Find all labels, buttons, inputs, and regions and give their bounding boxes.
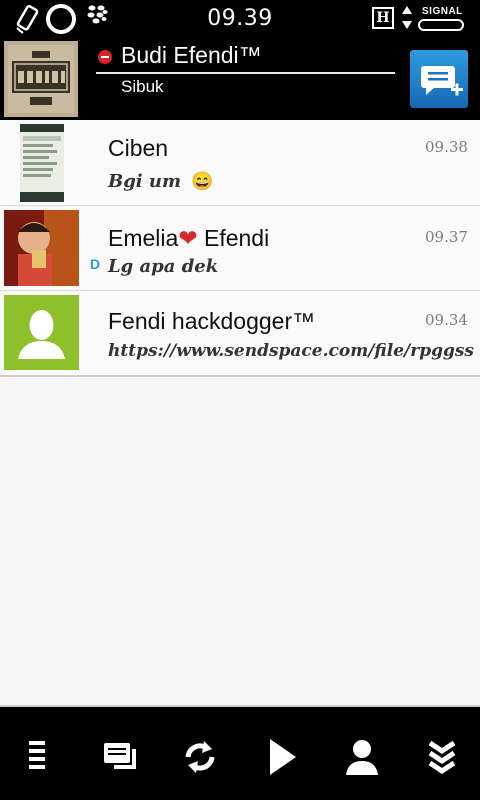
profile-header: Budi Efendi™ Sibuk xyxy=(0,38,480,120)
chat-avatar xyxy=(20,124,64,202)
chat-avatar xyxy=(4,210,79,286)
busy-status-icon xyxy=(98,50,112,64)
refresh-icon[interactable] xyxy=(178,735,222,779)
chats-icon[interactable] xyxy=(98,735,142,779)
chat-timestamp: 09.38 xyxy=(425,138,468,156)
signal-label: SIGNAL xyxy=(422,6,463,17)
chat-item-ciben[interactable]: Ciben 09.38 Bgi um 😄 xyxy=(0,120,480,206)
heart-icon: ❤ xyxy=(178,225,198,251)
chat-last-message: Bgi um 😄 xyxy=(108,171,214,192)
scroll-down-icon[interactable] xyxy=(420,735,464,779)
status-bar: 09.39 H SIGNAL xyxy=(0,0,480,38)
new-chat-icon xyxy=(421,66,463,96)
data-arrows-icon xyxy=(402,6,412,29)
bbm-app: 09.39 H SIGNAL Budi Efendi™ Sibuk Ciben … xyxy=(0,0,480,800)
default-avatar-icon xyxy=(4,295,79,370)
profile-status-message[interactable]: Sibuk xyxy=(121,77,164,97)
chat-name-first: Emelia xyxy=(108,225,179,251)
chat-item-fendi[interactable]: Fendi hackdogger™ 09.34 https://www.send… xyxy=(0,291,480,377)
chat-timestamp: 09.37 xyxy=(425,228,468,246)
chat-contact-name: Emelia❤ Efendi xyxy=(108,225,269,252)
menu-icon[interactable] xyxy=(17,735,61,779)
profile-divider xyxy=(96,72,395,74)
chat-contact-name: Ciben xyxy=(108,135,169,161)
network-h-icon: H xyxy=(372,7,394,29)
delivered-indicator: D xyxy=(90,256,101,272)
child-photo xyxy=(4,210,79,286)
chat-timestamp: 09.34 xyxy=(425,311,468,329)
chat-last-message: https://www.sendspace.com/file/rpggss xyxy=(108,341,475,361)
chat-message-text: Bgi um xyxy=(108,171,182,192)
contact-icon[interactable] xyxy=(340,735,384,779)
battery-icon xyxy=(418,19,464,31)
chat-item-emelia[interactable]: D Emelia❤ Efendi 09.37 Lg apa dek xyxy=(0,206,480,291)
bottom-toolbar xyxy=(0,705,480,800)
play-icon[interactable] xyxy=(260,735,304,779)
chat-last-message: Lg apa dek xyxy=(108,256,219,277)
profile-name[interactable]: Budi Efendi™ xyxy=(121,42,262,69)
screenshot-thumbnail xyxy=(20,124,64,202)
new-chat-button[interactable] xyxy=(410,50,468,108)
profile-avatar[interactable] xyxy=(4,41,78,117)
chat-avatar xyxy=(4,295,79,370)
chat-name-last: Efendi xyxy=(203,225,270,251)
profile-avatar-image xyxy=(4,41,78,117)
chat-contact-name: Fendi hackdogger™ xyxy=(108,308,316,334)
grin-emoji-icon: 😄 xyxy=(191,171,214,192)
